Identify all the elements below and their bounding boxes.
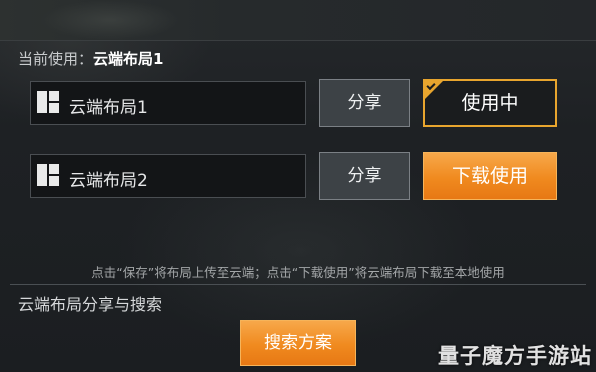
in-use-button[interactable]: 使用中	[423, 79, 557, 127]
top-banner	[0, 0, 596, 41]
divider	[10, 284, 586, 285]
watermark: 量子魔方手游站	[438, 344, 592, 368]
section-title: 云端布局分享与搜索	[18, 295, 163, 314]
layout-name-field[interactable]: 云端布局1	[30, 81, 306, 125]
layout-grid-icon	[37, 91, 59, 113]
layout-row-2: 云端布局2 分享 下载使用	[0, 152, 596, 202]
layout-row-1: 云端布局1 分享 使用中	[0, 79, 596, 129]
layout-name: 云端布局1	[69, 98, 148, 118]
share-button[interactable]: 分享	[319, 79, 410, 127]
share-button[interactable]: 分享	[319, 152, 410, 200]
layout-name-field[interactable]: 云端布局2	[30, 154, 306, 198]
download-use-button[interactable]: 下载使用	[423, 152, 557, 200]
checkmark-icon	[425, 81, 443, 99]
current-layout-status: 当前使用：云端布局1	[18, 48, 163, 69]
in-use-label: 使用中	[461, 92, 519, 114]
hint-text: 点击“保存”将布局上传至云端；点击“下载使用”将云端布局下载至本地使用	[91, 265, 505, 280]
current-layout-label: 当前使用：	[18, 50, 94, 68]
search-scheme-button[interactable]: 搜索方案	[240, 320, 356, 366]
layout-grid-icon	[37, 164, 59, 186]
layout-name: 云端布局2	[69, 171, 148, 191]
current-layout-value: 云端布局1	[93, 50, 164, 68]
